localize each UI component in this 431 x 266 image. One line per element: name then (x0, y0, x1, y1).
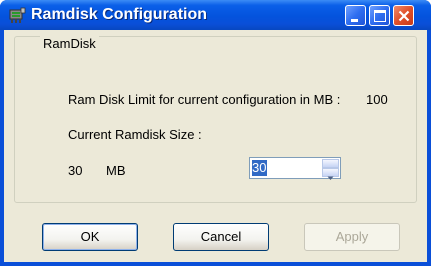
current-size-label-text: Current Ramdisk Size : (68, 127, 202, 142)
close-icon (398, 10, 410, 22)
apply-button[interactable]: Apply (304, 223, 400, 251)
maximize-button[interactable] (369, 5, 390, 26)
current-ramdisk-size-label: Current Ramdisk Size : (68, 127, 202, 142)
apply-button-label: Apply (335, 229, 369, 244)
title-bar[interactable]: Ramdisk Configuration (0, 0, 431, 30)
cancel-button-label: Cancel (200, 229, 242, 244)
minimize-button[interactable] (345, 5, 366, 26)
spinner-buttons (322, 159, 339, 180)
minimize-icon (351, 19, 358, 22)
ok-button-label: OK (80, 229, 100, 244)
ramdisk-app-icon (9, 7, 26, 23)
current-size-unit: MB (106, 163, 126, 178)
ramdisk-size-input[interactable]: 30 (252, 160, 268, 176)
window-title: Ramdisk Configuration (31, 6, 208, 23)
groupbox-legend: RamDisk (40, 36, 99, 51)
current-size-value: 30 (68, 163, 83, 178)
ramdisk-configuration-window: Ramdisk Configuration RamDisk Ram Disk L… (0, 0, 431, 266)
ram-disk-limit-value: 100 (366, 92, 388, 107)
spin-up-button[interactable] (322, 159, 339, 172)
spin-down-button[interactable] (322, 168, 339, 180)
close-button[interactable] (393, 5, 414, 26)
ramdisk-size-spinner[interactable]: 30 (249, 157, 341, 180)
ok-button[interactable]: OK (42, 223, 138, 251)
spin-down-icon (327, 176, 334, 180)
ram-disk-limit-label: Ram Disk Limit for current configuration… (68, 92, 341, 107)
maximize-icon (374, 10, 386, 22)
dialog-client-area: RamDisk Ram Disk Limit for current confi… (4, 30, 427, 262)
cancel-button[interactable]: Cancel (173, 223, 269, 251)
